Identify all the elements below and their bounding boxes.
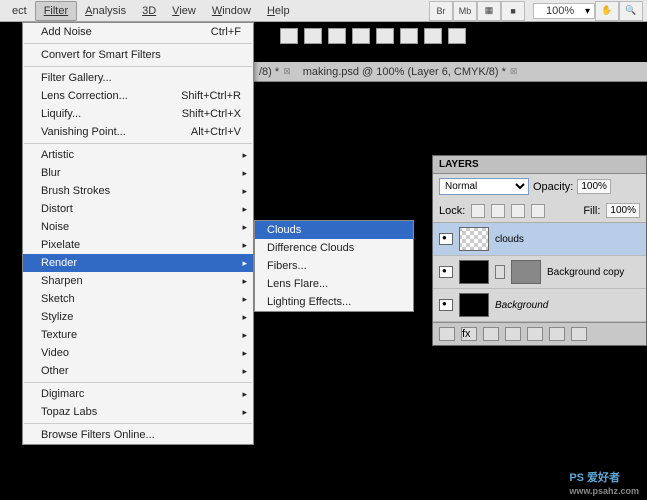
submenu-item-fibers-[interactable]: Fibers... xyxy=(255,257,413,275)
menu-item-browse-filters-online-[interactable]: Browse Filters Online... xyxy=(23,426,253,444)
menu-item-add-noise[interactable]: Add NoiseCtrl+F xyxy=(23,23,253,41)
fill-value[interactable]: 100% xyxy=(606,203,640,218)
layers-panel: LAYERS Normal Opacity: 100% Lock: Fill: … xyxy=(432,155,647,346)
opt-icon-2[interactable] xyxy=(304,28,322,44)
options-toolbar xyxy=(280,22,466,50)
grid-icon[interactable]: ▦ xyxy=(477,1,501,21)
lock-paint-icon[interactable] xyxy=(491,204,505,218)
fx-icon[interactable]: fx xyxy=(461,327,477,341)
menu-analysis[interactable]: Analysis xyxy=(77,2,134,20)
opt-icon-8[interactable] xyxy=(448,28,466,44)
zoom-icon[interactable]: 🔍 xyxy=(619,1,643,21)
fill-icon[interactable]: ■ xyxy=(501,1,525,21)
link-layers-icon[interactable] xyxy=(439,327,455,341)
delete-icon[interactable] xyxy=(571,327,587,341)
layer-row[interactable]: Background xyxy=(433,289,646,322)
close-icon[interactable]: ⊠ xyxy=(283,66,291,77)
layer-thumbnail[interactable] xyxy=(459,293,489,317)
menu-item-liquify-[interactable]: Liquify...Shift+Ctrl+X xyxy=(23,105,253,123)
menu-item-convert-for-smart-filters[interactable]: Convert for Smart Filters xyxy=(23,46,253,64)
layer-row[interactable]: Background copy xyxy=(433,256,646,289)
menu-item-topaz-labs[interactable]: Topaz Labs xyxy=(23,403,253,421)
opt-icon-5[interactable] xyxy=(376,28,394,44)
mask-icon[interactable] xyxy=(483,327,499,341)
opt-icon-4[interactable] xyxy=(352,28,370,44)
visibility-eye-icon[interactable] xyxy=(439,299,453,311)
watermark: PS 爱好者 www.psahz.com xyxy=(569,465,639,496)
menu-item-render[interactable]: Render xyxy=(23,254,253,272)
menu-window[interactable]: Window xyxy=(204,2,259,20)
menu-filter[interactable]: Filter xyxy=(35,1,77,21)
new-layer-icon[interactable] xyxy=(549,327,565,341)
menu-item-video[interactable]: Video xyxy=(23,344,253,362)
close-icon[interactable]: ⊠ xyxy=(510,66,518,77)
blend-mode-select[interactable]: Normal xyxy=(439,178,529,195)
lock-transparency-icon[interactable] xyxy=(471,204,485,218)
layer-name[interactable]: clouds xyxy=(495,234,524,245)
layer-thumbnail[interactable] xyxy=(459,260,489,284)
opt-icon-3[interactable] xyxy=(328,28,346,44)
hand-icon[interactable]: ✋ xyxy=(595,1,619,21)
menu-item-blur[interactable]: Blur xyxy=(23,164,253,182)
menu-3d[interactable]: 3D xyxy=(134,2,164,20)
tab-2[interactable]: making.psd @ 100% (Layer 6, CMYK/8) *⊠ xyxy=(297,63,524,81)
link-icon[interactable] xyxy=(495,265,505,279)
tab-1[interactable]: /8) *⊠ xyxy=(253,63,297,81)
opt-icon-6[interactable] xyxy=(400,28,418,44)
render-submenu: CloudsDifference CloudsFibers...Lens Fla… xyxy=(254,220,414,312)
menu-ect[interactable]: ect xyxy=(4,2,35,20)
menu-item-texture[interactable]: Texture xyxy=(23,326,253,344)
menubar: ect Filter Analysis 3D View Window Help … xyxy=(0,0,647,22)
document-tabs: /8) *⊠ making.psd @ 100% (Layer 6, CMYK/… xyxy=(253,62,647,82)
submenu-item-clouds[interactable]: Clouds xyxy=(255,221,413,239)
layer-thumbnail[interactable] xyxy=(459,227,489,251)
filter-menu: Add NoiseCtrl+F Convert for Smart Filters… xyxy=(22,22,254,445)
menu-item-noise[interactable]: Noise xyxy=(23,218,253,236)
opacity-value[interactable]: 100% xyxy=(577,179,611,194)
bridge-icon[interactable]: Br xyxy=(429,1,453,21)
zoom-field[interactable]: 100% ▾ xyxy=(533,3,595,19)
lock-all-icon[interactable] xyxy=(531,204,545,218)
menu-item-other[interactable]: Other xyxy=(23,362,253,380)
lock-position-icon[interactable] xyxy=(511,204,525,218)
lock-label: Lock: xyxy=(439,205,465,217)
mask-thumbnail[interactable] xyxy=(511,260,541,284)
opt-icon-1[interactable] xyxy=(280,28,298,44)
menu-item-digimarc[interactable]: Digimarc xyxy=(23,385,253,403)
fill-label: Fill: xyxy=(583,205,600,217)
menu-item-vanishing-point-[interactable]: Vanishing Point...Alt+Ctrl+V xyxy=(23,123,253,141)
group-icon[interactable] xyxy=(527,327,543,341)
adjustment-icon[interactable] xyxy=(505,327,521,341)
layer-name[interactable]: Background xyxy=(495,300,548,311)
layers-header[interactable]: LAYERS xyxy=(433,156,646,174)
submenu-item-difference-clouds[interactable]: Difference Clouds xyxy=(255,239,413,257)
menu-item-filter-gallery-[interactable]: Filter Gallery... xyxy=(23,69,253,87)
menu-item-sketch[interactable]: Sketch xyxy=(23,290,253,308)
menu-help[interactable]: Help xyxy=(259,2,298,20)
opt-icon-7[interactable] xyxy=(424,28,442,44)
layers-footer: fx xyxy=(433,322,646,345)
menu-item-brush-strokes[interactable]: Brush Strokes xyxy=(23,182,253,200)
layer-name[interactable]: Background copy xyxy=(547,267,624,278)
menu-view[interactable]: View xyxy=(164,2,204,20)
submenu-item-lens-flare-[interactable]: Lens Flare... xyxy=(255,275,413,293)
layer-row[interactable]: clouds xyxy=(433,223,646,256)
menu-item-artistic[interactable]: Artistic xyxy=(23,146,253,164)
menu-item-sharpen[interactable]: Sharpen xyxy=(23,272,253,290)
opacity-label: Opacity: xyxy=(533,181,573,193)
menu-item-distort[interactable]: Distort xyxy=(23,200,253,218)
visibility-eye-icon[interactable] xyxy=(439,266,453,278)
menu-item-pixelate[interactable]: Pixelate xyxy=(23,236,253,254)
menu-item-lens-correction-[interactable]: Lens Correction...Shift+Ctrl+R xyxy=(23,87,253,105)
mb-icon[interactable]: Mb xyxy=(453,1,477,21)
menu-item-stylize[interactable]: Stylize xyxy=(23,308,253,326)
visibility-eye-icon[interactable] xyxy=(439,233,453,245)
submenu-item-lighting-effects-[interactable]: Lighting Effects... xyxy=(255,293,413,311)
